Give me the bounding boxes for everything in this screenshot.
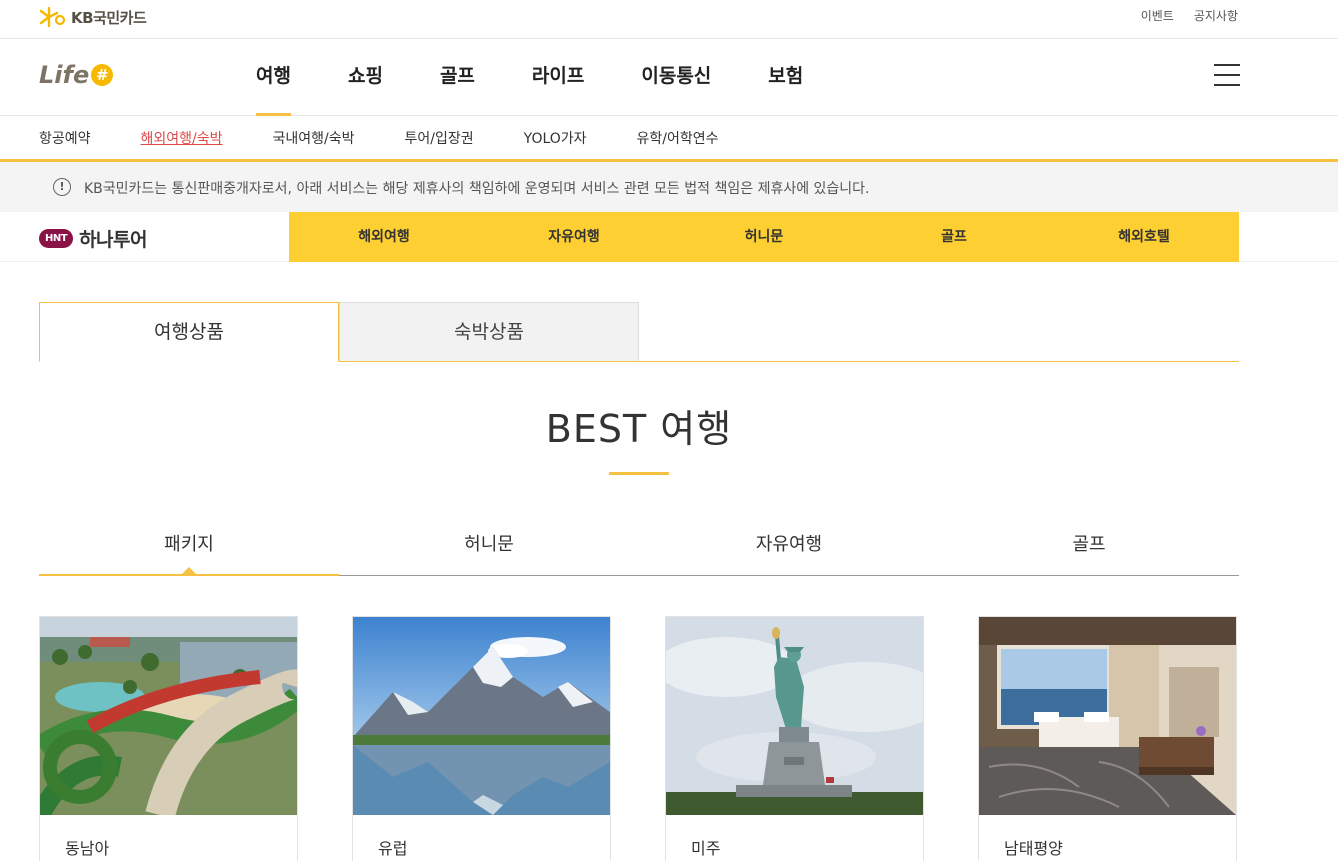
notice-banner: ! KB국민카드는 통신판매중개자로서, 아래 서비스는 해당 제휴사의 책임하… [0, 162, 1338, 212]
gnb-item-life[interactable]: 라이프 [514, 39, 602, 116]
notice-link[interactable]: 공지사항 [1194, 7, 1238, 24]
global-nav: 여행 쇼핑 골프 라이프 이동통신 보험 [238, 39, 842, 116]
gnb-item-travel[interactable]: 여행 [238, 39, 309, 116]
tab-stay-products[interactable]: 숙박상품 [339, 302, 639, 361]
subnav-item-study[interactable]: 유학/어학연수 [637, 128, 719, 148]
top-utility-bar: KB국민카드 이벤트 공지사항 [0, 0, 1338, 39]
category-tabs: 패키지 허니문 자유여행 골프 [39, 520, 1239, 576]
hnt-badge: HNT [39, 229, 74, 248]
life-hash-icon: # [91, 64, 114, 86]
gnb-item-shopping[interactable]: 쇼핑 [330, 39, 401, 116]
sub-nav-list: 항공예약 해외여행/숙박 국내여행/숙박 투어/입장권 YOLO가자 유학/어학… [39, 116, 769, 159]
product-card-europe[interactable]: 유럽 [352, 616, 611, 861]
notice-text: KB국민카드는 통신판매중개자로서, 아래 서비스는 해당 제휴사의 책임하에 … [84, 181, 870, 197]
main-header: Life # 여행 쇼핑 골프 라이프 이동통신 보험 [0, 39, 1338, 116]
hotel-room-image [979, 617, 1236, 815]
menu-icon-line [1214, 74, 1240, 76]
product-card-americas[interactable]: 미주 [665, 616, 924, 861]
title-divider [609, 472, 669, 475]
tab-free-travel[interactable]: 자유여행 [639, 520, 939, 575]
gnb-item-golf[interactable]: 골프 [422, 39, 493, 116]
tab-honeymoon[interactable]: 허니문 [339, 520, 639, 575]
statue-of-liberty-image [666, 617, 923, 815]
best-title: BEST 여행 [545, 407, 733, 451]
partner-menu-free-travel[interactable]: 자유여행 [479, 212, 669, 262]
gnb-item-mobile[interactable]: 이동통신 [623, 39, 729, 116]
menu-icon-line [1214, 84, 1240, 86]
hanatour-name: 하나투어 [79, 229, 147, 251]
partner-menu-hotel[interactable]: 해외호텔 [1049, 212, 1239, 262]
subnav-item-yolo[interactable]: YOLO가자 [524, 128, 587, 148]
card-label: 유럽 [378, 839, 408, 858]
waterpark-resort-image [40, 617, 297, 815]
partner-menu-overseas[interactable]: 해외여행 [289, 212, 479, 262]
tab-package[interactable]: 패키지 [39, 520, 339, 576]
partner-bar: HNT 하나투어 해외여행 자유여행 허니문 골프 해외호텔 [0, 212, 1338, 262]
sub-nav: 항공예약 해외여행/숙박 국내여행/숙박 투어/입장권 YOLO가자 유학/어학… [0, 116, 1338, 162]
life-logo[interactable]: Life # [39, 61, 114, 89]
menu-icon[interactable] [1214, 64, 1240, 88]
subnav-item-overseas[interactable]: 해외여행/숙박 [141, 128, 223, 148]
tab-golf[interactable]: 골프 [939, 520, 1239, 575]
alpine-lake-image [353, 617, 610, 815]
kb-card-logo[interactable]: KB국민카드 [39, 6, 147, 28]
product-card-southeast-asia[interactable]: 동남아 [39, 616, 298, 861]
event-link[interactable]: 이벤트 [1141, 7, 1174, 24]
kb-star-icon [39, 7, 66, 27]
hanatour-logo[interactable]: HNT 하나투어 [39, 225, 147, 252]
card-label: 미주 [691, 839, 721, 858]
partner-menu-golf[interactable]: 골프 [859, 212, 1049, 262]
subnav-item-tour[interactable]: 투어/입장권 [405, 128, 474, 148]
card-label: 동남아 [65, 839, 110, 858]
partner-menu-honeymoon[interactable]: 허니문 [669, 212, 859, 262]
utility-links: 이벤트 공지사항 [1141, 7, 1238, 24]
product-tabs: 여행상품 숙박상품 [39, 302, 1239, 362]
gnb-item-insurance[interactable]: 보험 [750, 39, 821, 116]
kb-brand-text: KB국민카드 [71, 8, 147, 27]
card-label: 남태평양 [1004, 839, 1063, 858]
menu-icon-line [1214, 64, 1240, 66]
product-cards: 동남아 유럽 미주 남태평양 [39, 616, 1237, 861]
product-card-south-pacific[interactable]: 남태평양 [978, 616, 1237, 861]
tab-travel-products[interactable]: 여행상품 [39, 302, 339, 362]
life-logo-text: Life [39, 61, 90, 89]
subnav-item-flight[interactable]: 항공예약 [39, 128, 91, 148]
info-icon: ! [53, 178, 71, 196]
partner-menu: 해외여행 자유여행 허니문 골프 해외호텔 [289, 212, 1239, 262]
subnav-item-domestic[interactable]: 국내여행/숙박 [273, 128, 355, 148]
